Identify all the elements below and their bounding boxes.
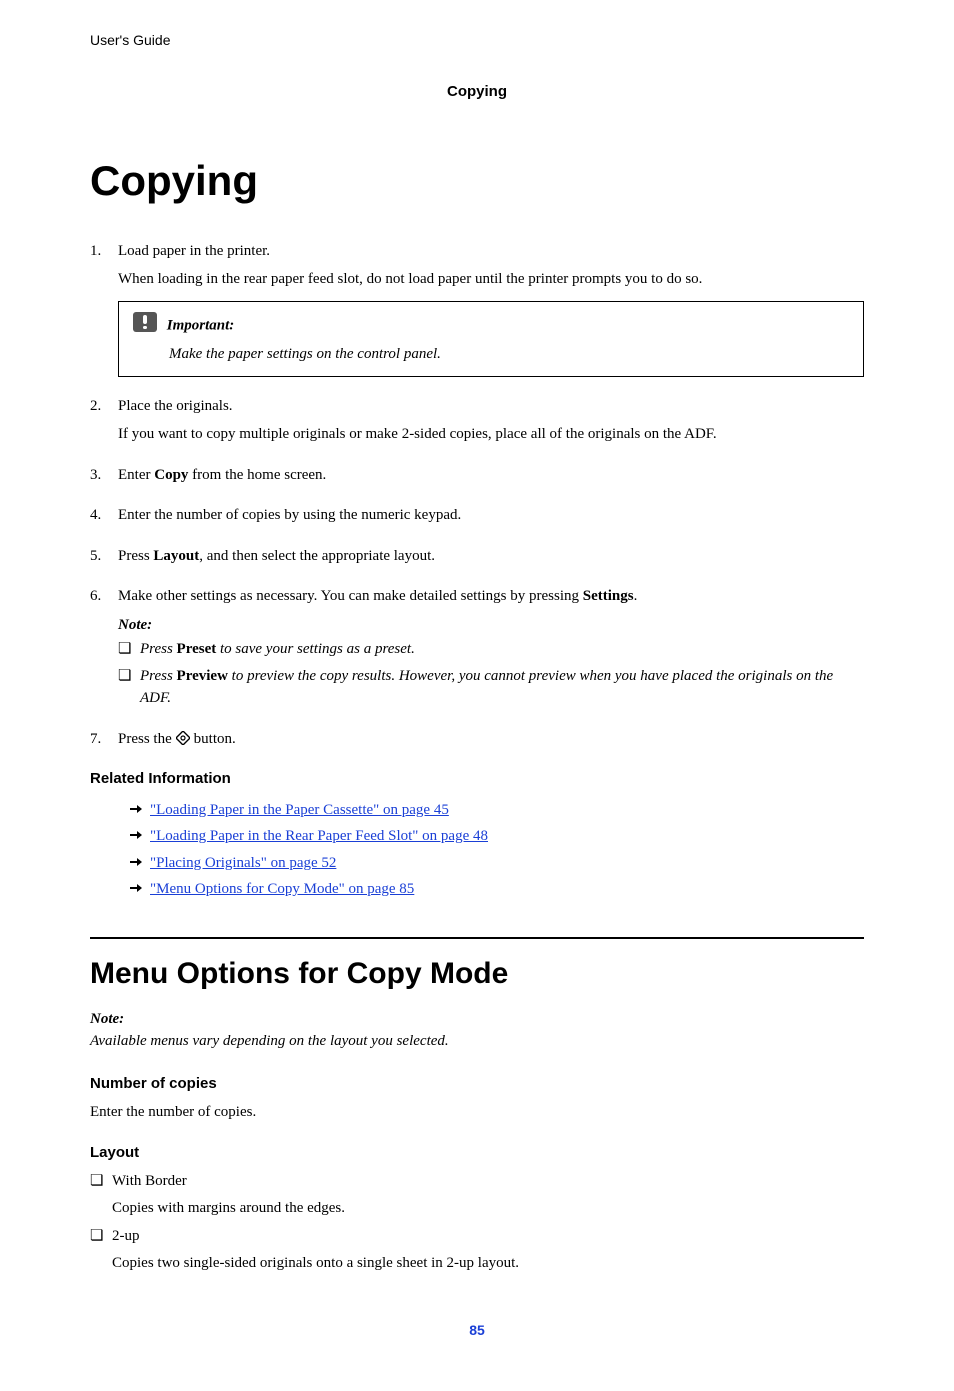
step-3-pre: Enter xyxy=(118,467,154,483)
page-container: User's Guide Copying Copying Load paper … xyxy=(0,0,954,1391)
note-a-pre: Press xyxy=(140,641,177,657)
callout-label: Important: xyxy=(167,317,235,333)
related-link-item: "Placing Originals" on page 52 xyxy=(130,852,864,875)
step-5-bold: Layout xyxy=(153,548,199,564)
note-a-post: to save your settings as a preset. xyxy=(216,641,415,657)
layout-item-title: With Border xyxy=(112,1173,187,1189)
callout-header: Important: xyxy=(133,312,849,340)
note-b-post: to preview the copy results. However, yo… xyxy=(140,668,833,707)
related-link[interactable]: "Loading Paper in the Rear Paper Feed Sl… xyxy=(150,828,488,844)
step-6-pre: Make other settings as necessary. You ca… xyxy=(118,588,583,604)
arrow-right-icon xyxy=(130,826,142,849)
note-label: Note: xyxy=(118,614,864,637)
steps-list: Load paper in the printer. When loading … xyxy=(90,240,864,751)
step-3-post: from the home screen. xyxy=(188,467,326,483)
step-1-detail: When loading in the rear paper feed slot… xyxy=(118,268,864,291)
step-6: Make other settings as necessary. You ca… xyxy=(90,585,864,710)
step-4: Enter the number of copies by using the … xyxy=(90,504,864,527)
section-header: Copying xyxy=(90,81,864,104)
layout-item-title: 2-up xyxy=(112,1228,140,1244)
option-layout-body: With Border Copies with margins around t… xyxy=(90,1170,864,1274)
arrow-right-icon xyxy=(130,853,142,876)
note-label: Note: xyxy=(90,1008,864,1031)
layout-item-body: Copies with margins around the edges. xyxy=(112,1197,864,1220)
related-link[interactable]: "Menu Options for Copy Mode" on page 85 xyxy=(150,881,414,897)
note-b-bold: Preview xyxy=(177,668,228,684)
step-5-post: , and then select the appropriate layout… xyxy=(199,548,435,564)
layout-2up: 2-up Copies two single-sided originals o… xyxy=(90,1225,864,1274)
start-button-icon xyxy=(176,730,194,747)
step-3: Enter Copy from the home screen. xyxy=(90,464,864,487)
note-b-pre: Press xyxy=(140,668,177,684)
step-5: Press Layout, and then select the approp… xyxy=(90,545,864,568)
related-link-item: "Loading Paper in the Paper Cassette" on… xyxy=(130,799,864,822)
step-1: Load paper in the printer. When loading … xyxy=(90,240,864,377)
layout-item-body: Copies two single-sided originals onto a… xyxy=(112,1252,864,1275)
options-list: Number of copies Enter the number of cop… xyxy=(90,1073,864,1275)
section-divider xyxy=(90,937,864,939)
step-5-pre: Press xyxy=(118,548,153,564)
page-title: Copying xyxy=(90,149,864,212)
step-2-text: Place the originals. xyxy=(118,398,233,414)
related-info-heading: Related Information xyxy=(90,768,864,791)
related-link[interactable]: "Loading Paper in the Paper Cassette" on… xyxy=(150,802,449,818)
step-1-text: Load paper in the printer. xyxy=(118,243,270,259)
document-type-label: User's Guide xyxy=(90,30,864,51)
step-6-post: . xyxy=(634,588,638,604)
related-link-item: "Loading Paper in the Rear Paper Feed Sl… xyxy=(130,825,864,848)
note-list: Press Preset to save your settings as a … xyxy=(118,638,864,710)
step-6-bold: Settings xyxy=(583,588,634,604)
step-7-post: button. xyxy=(194,731,236,747)
step-3-bold: Copy xyxy=(154,467,188,483)
step-4-text: Enter the number of copies by using the … xyxy=(118,507,461,523)
note-item-preview: Press Preview to preview the copy result… xyxy=(118,665,864,710)
arrow-right-icon xyxy=(130,879,142,902)
layout-sublist: With Border Copies with margins around t… xyxy=(90,1170,864,1274)
related-link[interactable]: "Placing Originals" on page 52 xyxy=(150,855,336,871)
option-num-copies-body: Enter the number of copies. xyxy=(90,1101,864,1124)
option-num-copies-label: Number of copies xyxy=(90,1073,864,1096)
note-item-preset: Press Preset to save your settings as a … xyxy=(118,638,864,661)
step-2-detail: If you want to copy multiple originals o… xyxy=(118,423,864,446)
arrow-right-icon xyxy=(130,800,142,823)
related-links-list: "Loading Paper in the Paper Cassette" on… xyxy=(90,799,864,901)
related-link-item: "Menu Options for Copy Mode" on page 85 xyxy=(130,878,864,901)
important-callout: Important: Make the paper settings on th… xyxy=(118,301,864,377)
step-2: Place the originals. If you want to copy… xyxy=(90,395,864,446)
option-layout-label: Layout xyxy=(90,1142,864,1165)
note-body: Available menus vary depending on the la… xyxy=(90,1033,449,1049)
section-note: Note: Available menus vary depending on … xyxy=(90,1008,864,1053)
important-icon xyxy=(133,312,157,340)
callout-body: Make the paper settings on the control p… xyxy=(169,343,849,366)
layout-with-border: With Border Copies with margins around t… xyxy=(90,1170,864,1219)
step-7: Press the button. xyxy=(90,728,864,751)
step-7-pre: Press the xyxy=(118,731,176,747)
section-heading: Menu Options for Copy Mode xyxy=(90,951,864,996)
note-a-bold: Preset xyxy=(177,641,217,657)
page-number: 85 xyxy=(90,1320,864,1341)
